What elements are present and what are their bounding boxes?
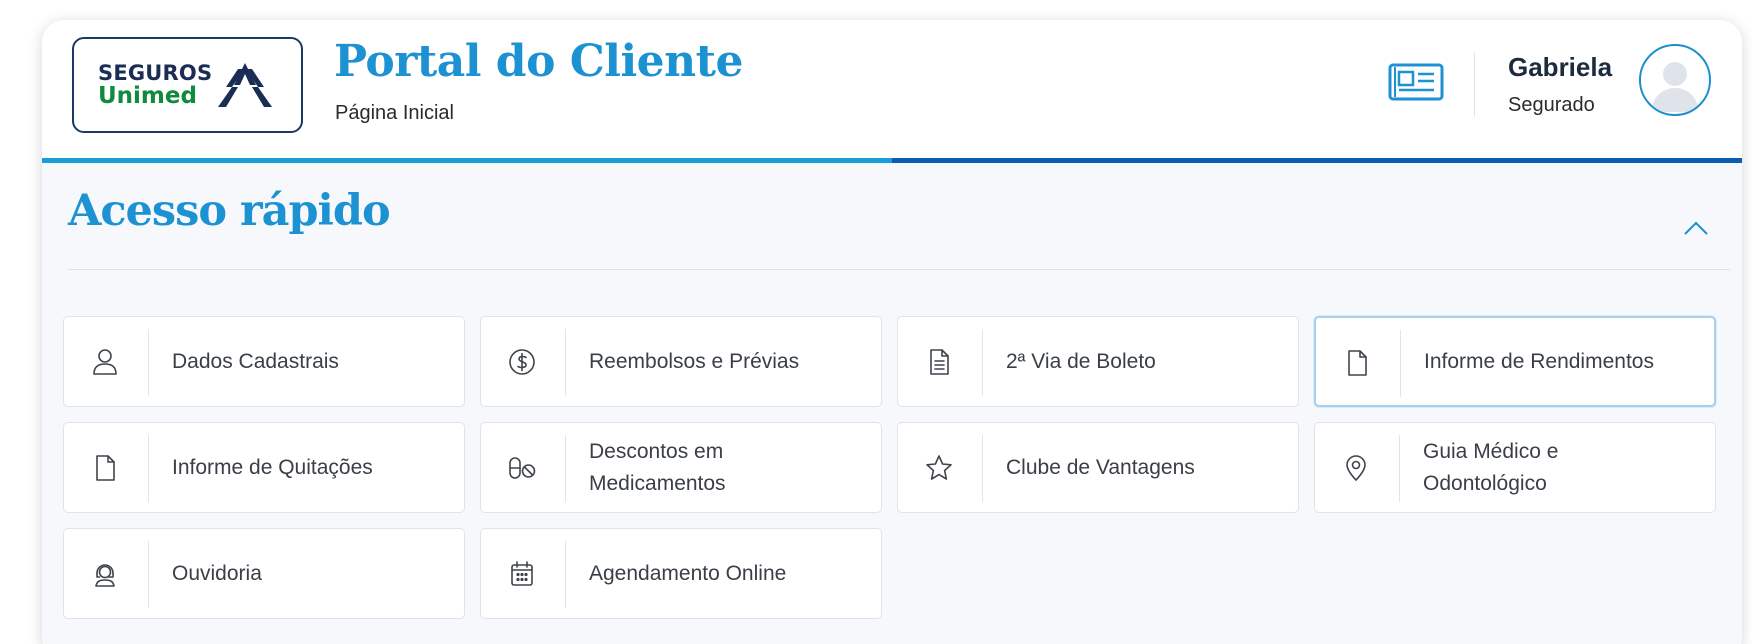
user-avatar-icon bbox=[1651, 62, 1699, 112]
header: SEGUROS Unimed Portal do Cliente Página … bbox=[42, 20, 1742, 163]
card-divider bbox=[565, 329, 566, 396]
card-divider bbox=[982, 435, 983, 502]
card-divider bbox=[148, 435, 149, 502]
card-divider bbox=[565, 541, 566, 608]
quick-access-card-label: 2ª Via de Boleto bbox=[1006, 349, 1156, 373]
progress-fill bbox=[42, 158, 892, 163]
card-divider bbox=[982, 329, 983, 396]
user-name: Gabriela bbox=[1508, 52, 1613, 82]
card-divider bbox=[1399, 435, 1400, 502]
quick-access-card-label: Guia Médico e Odontológico bbox=[1423, 439, 1559, 495]
progress-bar bbox=[42, 158, 1742, 163]
headset-icon bbox=[90, 559, 120, 589]
header-divider bbox=[1474, 52, 1475, 117]
section-divider bbox=[68, 269, 1730, 270]
quick-access-card-label: Informe de Quitações bbox=[172, 455, 373, 479]
portal-window: SEGUROS Unimed Portal do Cliente Página … bbox=[42, 20, 1742, 644]
quick-access-card[interactable]: Ouvidoria bbox=[63, 528, 465, 619]
quick-access-card-label: Reembolsos e Prévias bbox=[589, 349, 800, 373]
quick-access-card-label: Dados Cadastrais bbox=[172, 349, 339, 373]
quick-access-card-label: Ouvidoria bbox=[172, 561, 262, 585]
file-icon bbox=[1342, 348, 1372, 378]
page-title: Portal do Cliente bbox=[334, 36, 743, 87]
user-role: Segurado bbox=[1508, 94, 1595, 116]
user-avatar[interactable] bbox=[1639, 44, 1711, 116]
quick-access-card-label: Informe de Rendimentos bbox=[1424, 349, 1654, 373]
quick-access-card[interactable]: Agendamento Online bbox=[480, 528, 882, 619]
quick-access-card[interactable]: Guia Médico e Odontológico bbox=[1314, 422, 1716, 513]
quick-access-card[interactable]: Reembolsos e Prévias bbox=[480, 316, 882, 407]
user-icon bbox=[90, 347, 120, 377]
logo-text-unimed: Unimed bbox=[98, 83, 197, 109]
quick-access-card-label: Descontos em Medicamentos bbox=[589, 439, 726, 495]
quick-access-card[interactable]: Informe de Quitações bbox=[63, 422, 465, 513]
calendar-icon bbox=[507, 559, 537, 589]
unimed-logo-mark-icon bbox=[218, 63, 272, 107]
breadcrumb: Página Inicial bbox=[335, 102, 454, 124]
quick-access-card[interactable]: 2ª Via de Boleto bbox=[897, 316, 1299, 407]
logo-text-seguros: SEGUROS bbox=[98, 61, 213, 85]
section-title: Acesso rápido bbox=[68, 186, 391, 236]
card-divider bbox=[1400, 330, 1401, 397]
location-pin-icon bbox=[1341, 453, 1371, 483]
card-divider bbox=[148, 541, 149, 608]
star-icon bbox=[924, 453, 954, 483]
quick-access-card[interactable]: Clube de Vantagens bbox=[897, 422, 1299, 513]
quick-access-card-label: Clube de Vantagens bbox=[1006, 455, 1195, 479]
newspaper-icon[interactable] bbox=[1388, 61, 1444, 103]
card-divider bbox=[565, 435, 566, 502]
dollar-circle-icon bbox=[507, 347, 537, 377]
seguros-unimed-logo[interactable]: SEGUROS Unimed bbox=[72, 37, 303, 133]
pills-icon bbox=[507, 453, 537, 483]
quick-access-card[interactable]: Dados Cadastrais bbox=[63, 316, 465, 407]
chevron-up-icon[interactable] bbox=[1682, 220, 1710, 236]
card-divider bbox=[148, 329, 149, 396]
document-lines-icon bbox=[924, 347, 954, 377]
quick-access-card-label: Agendamento Online bbox=[589, 561, 787, 585]
file-icon bbox=[90, 453, 120, 483]
quick-access-card[interactable]: Descontos em Medicamentos bbox=[480, 422, 882, 513]
quick-access-card[interactable]: Informe de Rendimentos bbox=[1314, 316, 1716, 407]
